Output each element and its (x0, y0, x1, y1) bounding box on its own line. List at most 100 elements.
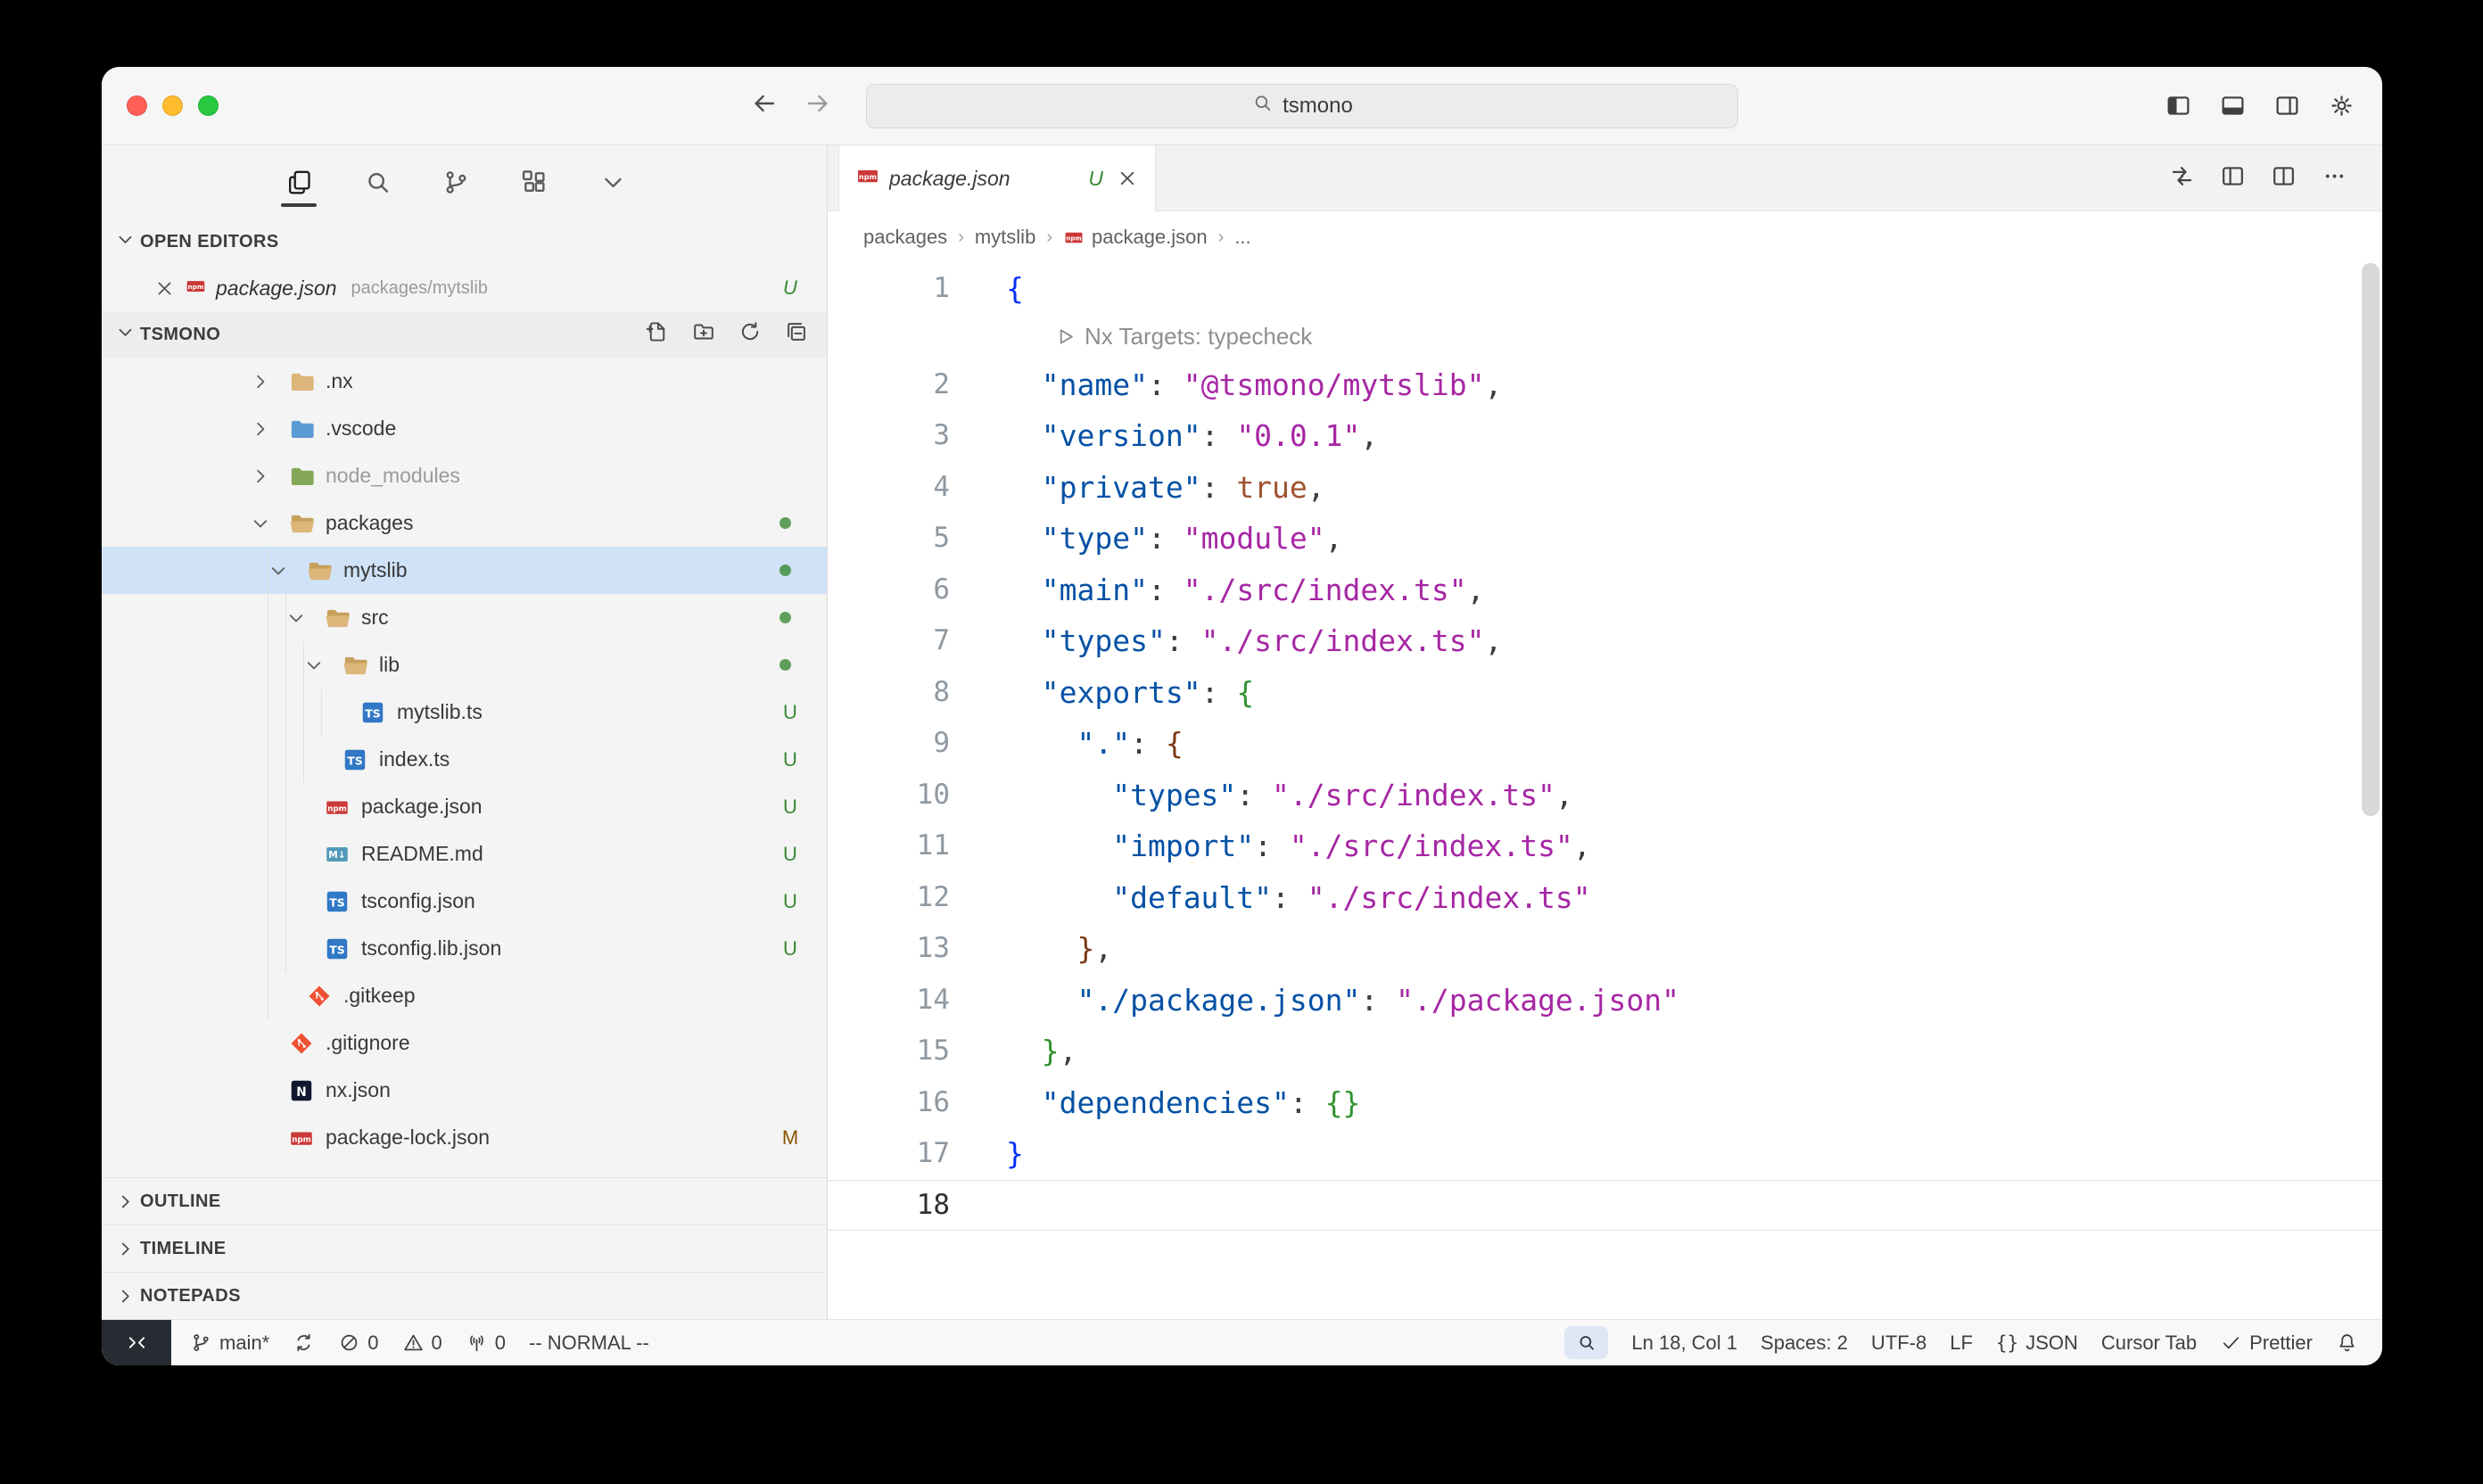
code-line-12[interactable]: 12 "default": "./src/index.ts" (828, 872, 2382, 924)
refresh-button[interactable] (738, 319, 763, 350)
breadcrumb-item-mytslib[interactable]: mytslib (975, 226, 1035, 249)
token: "import" (1112, 829, 1254, 863)
status-sync[interactable] (281, 1320, 326, 1365)
code-line-6[interactable]: 6 "main": "./src/index.ts", (828, 565, 2382, 616)
tree-item-tsconfig.json[interactable]: TStsconfig.jsonU (102, 878, 827, 925)
tree-item-nx.json[interactable]: Nnx.json (102, 1067, 827, 1114)
code-line-16[interactable]: 16 "dependencies": {} (828, 1077, 2382, 1129)
twisty-src[interactable] (285, 606, 324, 630)
section-timeline[interactable]: TIMELINE (102, 1224, 827, 1272)
code-line-13[interactable]: 13 }, (828, 923, 2382, 975)
new-file-button[interactable] (645, 319, 670, 350)
tree-item-.gitignore[interactable]: .gitignore (102, 1019, 827, 1067)
tree-item-packages[interactable]: packages (102, 499, 827, 547)
code-line-7[interactable]: 7 "types": "./src/index.ts", (828, 615, 2382, 667)
code-line-3[interactable]: 3 "version": "0.0.1", (828, 410, 2382, 462)
twisty-node_modules[interactable] (249, 465, 288, 488)
toggle-primary-sidebar-button[interactable] (2165, 92, 2192, 120)
close-window-button[interactable] (127, 95, 147, 116)
twisty-mytslib[interactable] (267, 559, 306, 582)
status-cursor-tab[interactable]: Cursor Tab (2090, 1320, 2208, 1365)
status-errors[interactable]: 0 (326, 1320, 390, 1365)
section-outline[interactable]: OUTLINE (102, 1177, 827, 1224)
minimize-window-button[interactable] (162, 95, 183, 116)
status-warnings[interactable]: 0 (391, 1320, 454, 1365)
activity-explorer[interactable] (283, 153, 315, 210)
codelens[interactable]: Nx Targets: typecheck (828, 315, 2382, 359)
editor-scrollbar[interactable] (2362, 263, 2380, 816)
explorer-section-header[interactable]: TSMONO (102, 311, 827, 358)
code-line-10[interactable]: 10 "types": "./src/index.ts", (828, 770, 2382, 821)
titlebar[interactable]: tsmono (102, 67, 2382, 145)
twisty-packages[interactable] (249, 512, 288, 535)
line-number: 13 (828, 923, 950, 975)
tree-item-.vscode[interactable]: .vscode (102, 405, 827, 452)
status-branch[interactable]: main* (178, 1320, 281, 1365)
code-line-11[interactable]: 11 "import": "./src/index.ts", (828, 820, 2382, 872)
toggle-layout-button[interactable] (2219, 162, 2247, 194)
code-line-2[interactable]: 2 "name": "@tsmono/mytslib", (828, 359, 2382, 411)
zoom-window-button[interactable] (198, 95, 219, 116)
remote-indicator[interactable] (102, 1320, 171, 1365)
status-indentation[interactable]: Spaces: 2 (1749, 1320, 1860, 1365)
tree-item-index.ts[interactable]: TSindex.tsU (102, 736, 827, 783)
code-line-14[interactable]: 14 "./package.json": "./package.json" (828, 975, 2382, 1026)
tree-item-tsconfig.lib.json[interactable]: TStsconfig.lib.jsonU (102, 925, 827, 972)
tree-item-node_modules[interactable]: node_modules (102, 452, 827, 499)
status-eol[interactable]: LF (1938, 1320, 1984, 1365)
toggle-panel-button[interactable] (2219, 92, 2247, 120)
tree-item-src[interactable]: src (102, 594, 827, 641)
back-button[interactable] (749, 88, 780, 123)
code-line-18[interactable]: 18 (828, 1180, 2382, 1232)
tree-item-.gitkeep[interactable]: .gitkeep (102, 972, 827, 1019)
breadcrumb-item-packages[interactable]: packages (863, 226, 947, 249)
tree-item-package.json[interactable]: npmpackage.jsonU (102, 783, 827, 830)
twisty-lib[interactable] (302, 654, 342, 677)
status-ports[interactable]: 0 (454, 1320, 517, 1365)
status-formatter[interactable]: Prettier (2208, 1320, 2324, 1365)
breadcrumb-item-packagejson[interactable]: npmpackage.json (1063, 226, 1208, 249)
tree-item-lib[interactable]: lib (102, 641, 827, 688)
code-line-8[interactable]: 8 "exports": { (828, 667, 2382, 719)
new-folder-button[interactable] (691, 319, 716, 350)
status-notifications[interactable] (2324, 1320, 2370, 1365)
tree-item-package-lock.json[interactable]: npmpackage-lock.jsonM (102, 1114, 827, 1161)
status-vim-mode[interactable]: -- NORMAL -- (517, 1320, 661, 1365)
more-actions-button[interactable] (2321, 162, 2348, 194)
tree-item-README.md[interactable]: M↓README.mdU (102, 830, 827, 878)
split-editor-button[interactable] (2270, 162, 2297, 194)
close-editor-slot[interactable] (153, 277, 176, 300)
open-editors-header[interactable]: OPEN EDITORS (102, 218, 827, 265)
tree-item-mytslib[interactable]: mytslib (102, 547, 827, 594)
tree-item-mytslib.ts[interactable]: TSmytslib.tsU (102, 688, 827, 736)
breadcrumb-item-more[interactable]: ... (1234, 226, 1250, 249)
tab-close-slot[interactable] (1116, 167, 1139, 190)
status-language[interactable]: {}JSON (1984, 1320, 2090, 1365)
activity-search[interactable] (361, 153, 393, 210)
tab-package-json[interactable]: npm package.json U (838, 145, 1156, 211)
status-zoom[interactable] (1553, 1320, 1620, 1365)
twisty-.vscode[interactable] (249, 417, 288, 441)
forward-button[interactable] (803, 88, 833, 123)
code-line-17[interactable]: 17} (828, 1128, 2382, 1180)
command-center-search[interactable]: tsmono (866, 84, 1738, 128)
open-editor-item[interactable]: npm package.json packages/mytslib U (102, 265, 827, 311)
section-notepads[interactable]: NOTEPADS (102, 1272, 827, 1319)
settings-gear-button[interactable] (2328, 92, 2355, 120)
code-line-1[interactable]: 1{ (828, 263, 2382, 315)
status-encoding[interactable]: UTF-8 (1860, 1320, 1938, 1365)
code-line-15[interactable]: 15 }, (828, 1026, 2382, 1077)
code-editor[interactable]: 1{Nx Targets: typecheck2 "name": "@tsmon… (828, 263, 2382, 1319)
activity-more[interactable] (597, 153, 629, 210)
status-cursor-position[interactable]: Ln 18, Col 1 (1620, 1320, 1749, 1365)
toggle-secondary-sidebar-button[interactable] (2273, 92, 2301, 120)
activity-source-control[interactable] (440, 153, 472, 210)
open-changes-button[interactable] (2168, 162, 2196, 194)
twisty-.nx[interactable] (249, 370, 288, 393)
code-line-9[interactable]: 9 ".": { (828, 718, 2382, 770)
code-line-4[interactable]: 4 "private": true, (828, 462, 2382, 514)
activity-extensions[interactable] (518, 153, 550, 210)
tree-item-.nx[interactable]: .nx (102, 358, 827, 405)
collapse-all-button[interactable] (784, 319, 809, 350)
code-line-5[interactable]: 5 "type": "module", (828, 513, 2382, 565)
